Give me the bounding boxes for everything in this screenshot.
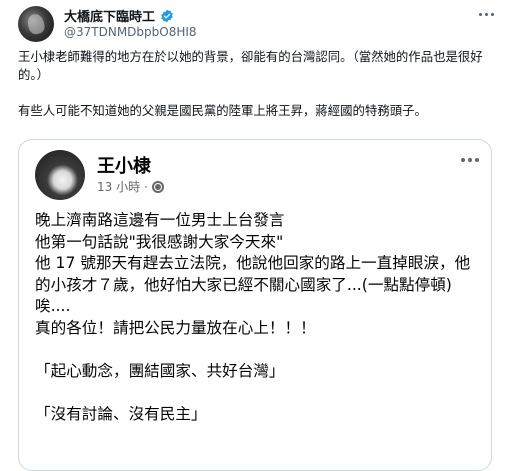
more-options-icon[interactable]	[474, 6, 498, 22]
embedded-author-name[interactable]: 王小棣	[97, 152, 151, 178]
embedded-author-avatar[interactable]	[35, 150, 85, 200]
embedded-post-card[interactable]: 王小棣 13 小時 · 晚上濟南路這邊有一位男士上台發言 他第一句話說"我很感謝…	[18, 139, 492, 471]
author-avatar[interactable]	[18, 6, 54, 42]
author-name-text[interactable]: 大橋底下臨時工	[64, 10, 155, 25]
embedded-post-time[interactable]: 13 小時	[97, 178, 140, 195]
embedded-more-options-icon[interactable]	[461, 158, 479, 162]
tweet-header: 大橋底下臨時工 @37TDNMDbpbO8HI8	[18, 4, 498, 44]
globe-icon	[151, 180, 164, 193]
tweet-text: 王小棣老師難得的地方在於以她的背景，卻能有的台灣認同。（當然她的作品也是很好的。…	[18, 49, 483, 118]
meta-separator: ·	[144, 179, 148, 194]
embedded-post-body: 晚上濟南路這邊有一位男士上台發言 他第一句話說"我很感謝大家今天來" 他 17 …	[35, 211, 471, 423]
author-name[interactable]: 大橋底下臨時工	[64, 6, 174, 25]
embedded-post-meta: 13 小時 ·	[97, 178, 164, 195]
author-handle[interactable]: @37TDNMDbpbO8HI8	[64, 25, 197, 39]
verified-badge-icon	[160, 9, 173, 23]
